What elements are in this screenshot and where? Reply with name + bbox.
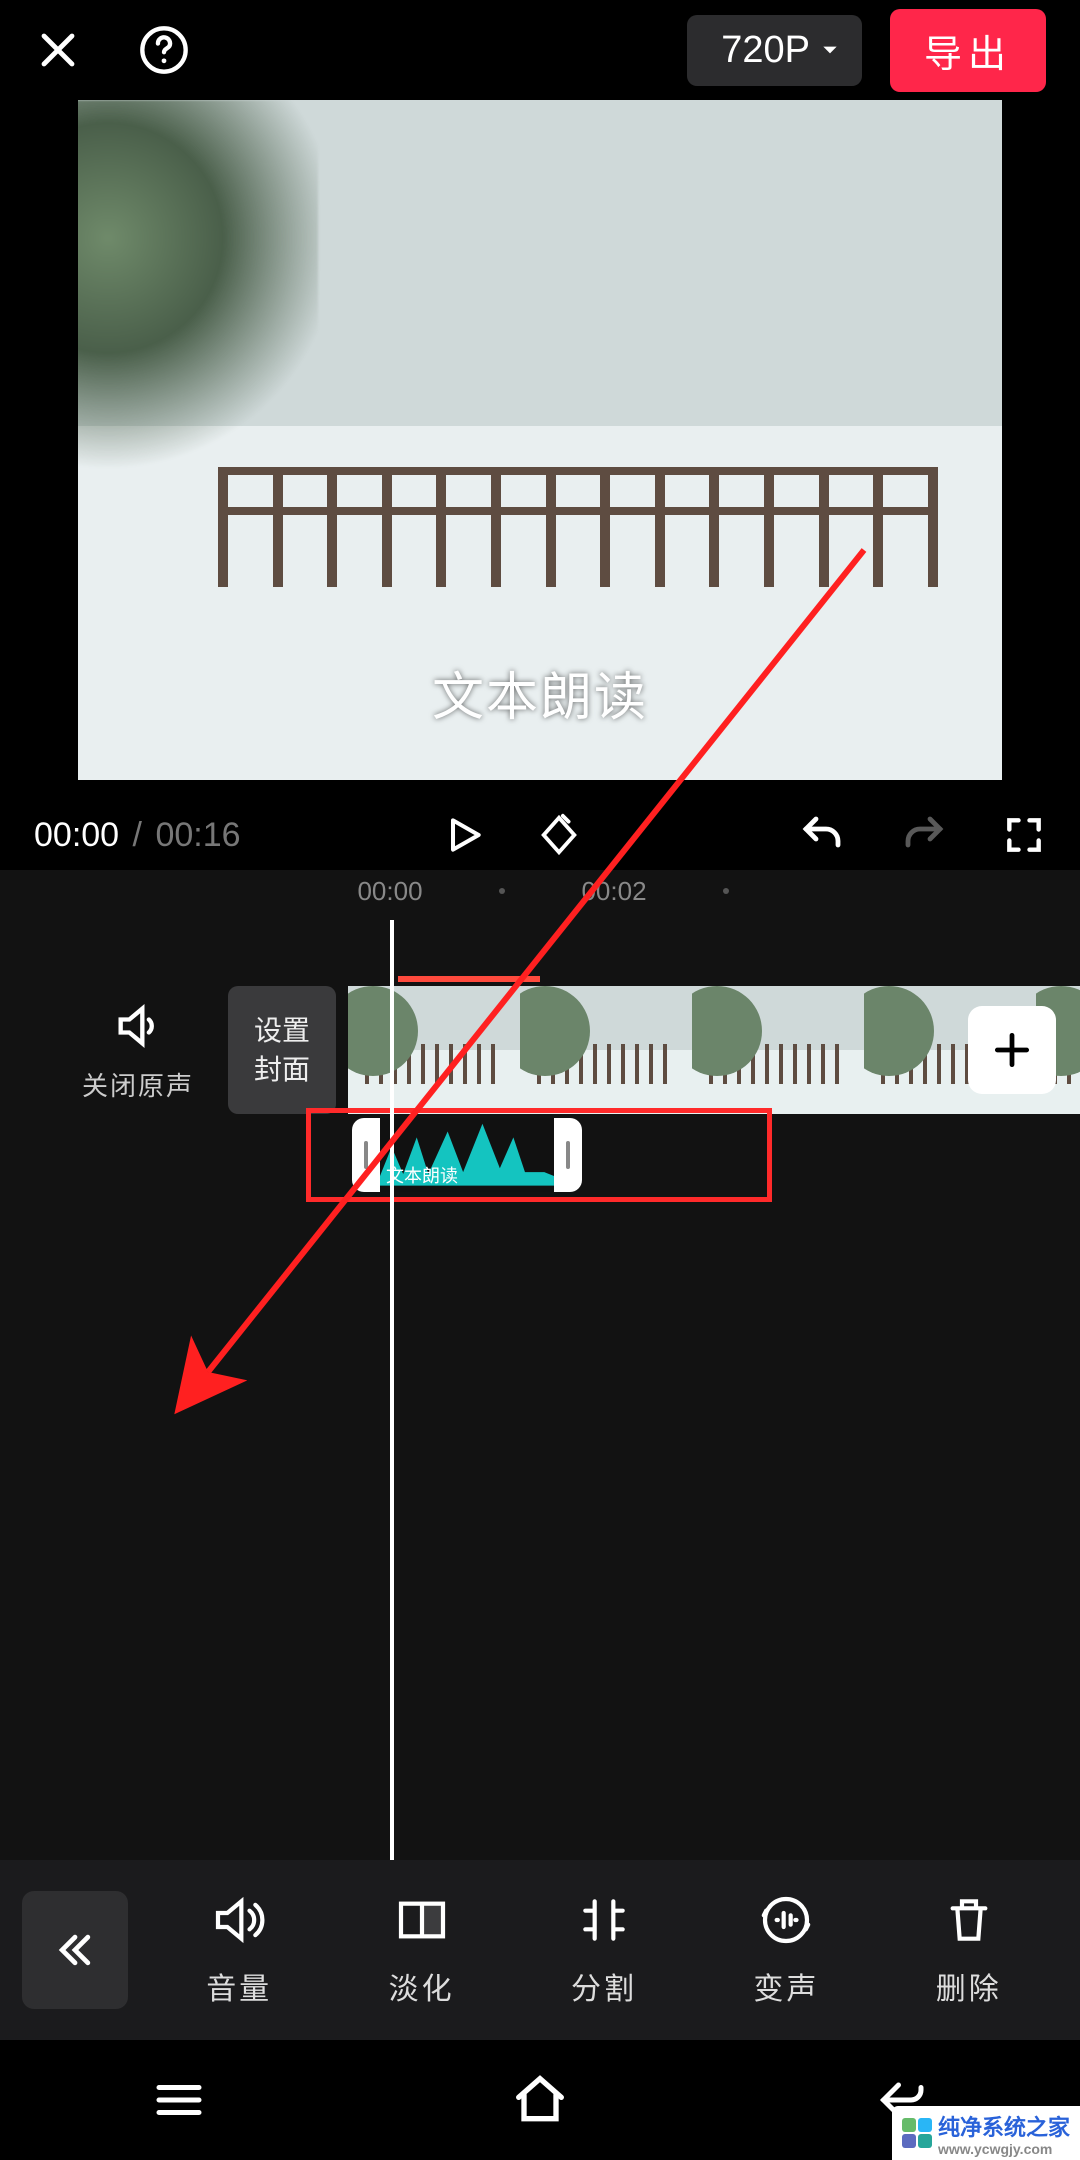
mute-original-button[interactable]: 关闭原声 [68, 1000, 208, 1103]
add-clip-button[interactable] [968, 1006, 1056, 1094]
time-display: 00:00 / 00:16 [34, 816, 241, 855]
duration: 00:16 [155, 816, 240, 854]
time-separator: / [133, 816, 142, 854]
speaker-icon [112, 1000, 164, 1052]
mute-label: 关闭原声 [68, 1066, 208, 1103]
resolution-button[interactable]: 720P [687, 15, 862, 86]
timeline[interactable]: 00:00 00:02 关闭原声 设置 封面 文本朗读 [0, 870, 1080, 1900]
audio-waveform[interactable]: 文本朗读 [380, 1118, 554, 1192]
clip-handle-right[interactable] [554, 1118, 582, 1192]
resolution-label: 720P [721, 29, 810, 72]
delete-icon [941, 1892, 997, 1948]
ruler-dot [723, 888, 729, 894]
close-icon[interactable] [34, 26, 82, 74]
tool-fade[interactable]: 淡化 [352, 1892, 492, 2008]
timeline-ruler: 00:00 00:02 [0, 876, 1080, 916]
watermark-url: www.ycwgjy.com [938, 2142, 1070, 2156]
cover-label-1: 设置 [254, 1011, 310, 1050]
tool-volume[interactable]: 音量 [169, 1892, 309, 2008]
current-time: 00:00 [34, 816, 119, 854]
set-cover-button[interactable]: 设置 封面 [228, 986, 336, 1114]
plus-icon [990, 1028, 1034, 1072]
app-header: 720P 导出 [0, 0, 1080, 100]
export-label: 导出 [924, 34, 1012, 76]
split-icon [576, 1892, 632, 1948]
nav-menu-icon[interactable] [149, 2070, 209, 2130]
tool-voice-change[interactable]: 变声 [716, 1892, 856, 2008]
tool-split[interactable]: 分割 [534, 1892, 674, 2008]
playback-bar: 00:00 / 00:16 [0, 800, 1080, 870]
video-frame[interactable] [348, 986, 520, 1114]
video-preview[interactable]: 文本朗读 [78, 100, 1002, 780]
clip-handle-left[interactable] [352, 1118, 380, 1192]
ruler-tick: 00:00 [357, 876, 422, 907]
video-frame[interactable] [692, 986, 864, 1114]
help-icon[interactable] [138, 24, 190, 76]
export-button[interactable]: 导出 [890, 9, 1046, 92]
tool-label: 分割 [571, 1964, 637, 2008]
voice-change-icon [758, 1892, 814, 1948]
tool-delete[interactable]: 删除 [899, 1892, 1039, 2008]
tool-label: 变声 [753, 1964, 819, 2008]
toolbar-back-button[interactable] [22, 1891, 128, 2009]
undo-icon[interactable] [798, 811, 846, 859]
fullscreen-icon[interactable] [1002, 813, 1046, 857]
playhead[interactable] [390, 920, 394, 1880]
tool-label: 删除 [936, 1964, 1002, 2008]
chevron-down-icon [820, 40, 840, 60]
clip-marker [398, 976, 540, 982]
audio-clip-label: 文本朗读 [386, 1162, 458, 1188]
chevron-double-left-icon [53, 1928, 97, 1972]
video-frame[interactable] [520, 986, 692, 1114]
nav-home-icon[interactable] [508, 2068, 572, 2132]
preview-fence [218, 467, 938, 587]
play-icon[interactable] [442, 813, 486, 857]
preview-text-overlay[interactable]: 文本朗读 [78, 655, 1002, 730]
keyframe-icon[interactable] [536, 812, 582, 858]
tool-label: 淡化 [389, 1964, 455, 2008]
fade-icon [394, 1892, 450, 1948]
tool-label: 音量 [206, 1964, 272, 2008]
ruler-dot [499, 888, 505, 894]
cover-label-2: 封面 [254, 1050, 310, 1089]
ruler-tick: 00:02 [581, 876, 646, 907]
watermark: 纯净系统之家 www.ycwgjy.com [892, 2106, 1080, 2160]
volume-icon [211, 1892, 267, 1948]
watermark-logo-icon [902, 2118, 932, 2148]
audio-clip[interactable]: 文本朗读 [352, 1118, 582, 1192]
bottom-toolbar: 音量 淡化 分割 变声 删除 [0, 1860, 1080, 2040]
watermark-name: 纯净系统之家 [938, 2115, 1070, 2140]
redo-icon[interactable] [900, 811, 948, 859]
